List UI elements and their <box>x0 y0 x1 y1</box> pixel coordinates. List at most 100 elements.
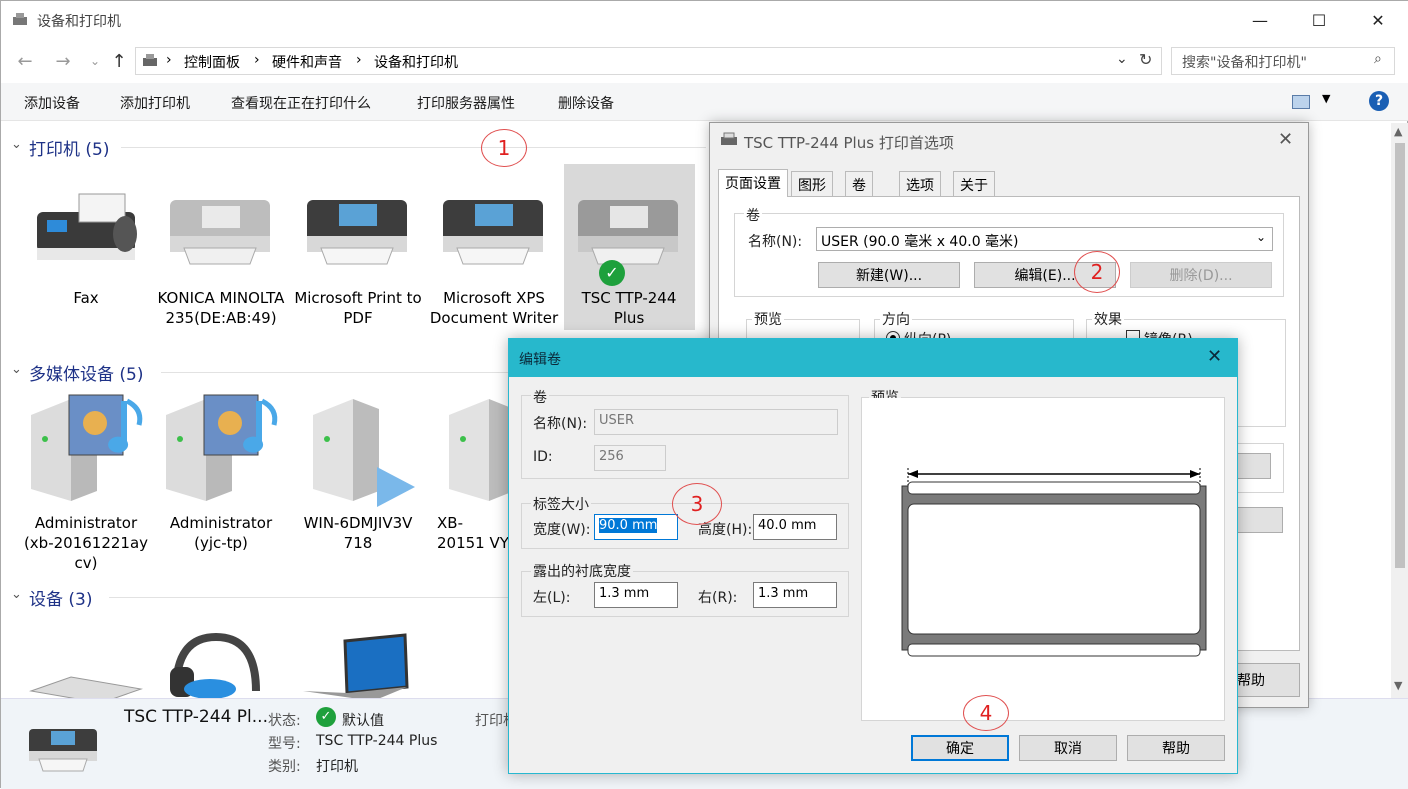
edit-id-label: ID: <box>533 449 553 465</box>
media-server-1-item[interactable] <box>21 393 151 508</box>
status-category-value: 打印机 <box>316 759 358 775</box>
refresh-icon[interactable]: ↻ <box>1139 50 1152 69</box>
prefs-help-label: 帮助 <box>1237 673 1265 689</box>
address-bar[interactable]: › 控制面板 › 硬件和声音 › 设备和打印机 ⌄ ↻ <box>135 47 1162 75</box>
label-preview-area <box>862 398 1224 720</box>
fax-label: Fax <box>73 289 99 307</box>
ms-xps-writer-item[interactable] <box>429 176 559 291</box>
scroll-down-icon[interactable]: ▼ <box>1394 679 1402 692</box>
ms-xps-writer-label: Microsoft XPS Document Writer <box>429 289 559 327</box>
side-button-1[interactable] <box>1235 453 1271 479</box>
konica-printer-item[interactable] <box>156 176 286 291</box>
up-arrow-icon[interactable]: ↑ <box>107 49 131 73</box>
breadcrumb-sep-icon: › <box>166 52 172 68</box>
label-size-group-label: 标签大小 <box>531 494 591 514</box>
maximize-button[interactable]: ☐ <box>1296 1 1342 39</box>
delete-roll-button[interactable]: 删除(D)... <box>1130 262 1272 288</box>
edit-dialog-titlebar: 编辑卷 ✕ <box>509 339 1237 377</box>
collapse-chevron-icon[interactable]: ⌄ <box>11 587 22 602</box>
group-media-header[interactable]: 多媒体设备 (5) <box>29 360 143 385</box>
ms-print-pdf-item[interactable] <box>293 176 423 291</box>
roll-name-label: 名称(N): <box>748 234 803 250</box>
breadcrumb-control-panel[interactable]: 控制面板 <box>184 52 240 72</box>
status-state-value: 默认值 <box>342 713 384 729</box>
cancel-button[interactable]: 取消 <box>1019 735 1117 761</box>
orientation-group-label: 方向 <box>880 309 912 329</box>
forward-arrow-icon[interactable]: → <box>51 49 75 73</box>
control-panel-icon <box>142 53 158 69</box>
breadcrumb-devices-printers[interactable]: 设备和打印机 <box>374 52 458 72</box>
group-devices-header[interactable]: 设备 (3) <box>29 585 92 610</box>
prefs-title: TSC TTP-244 Plus 打印首选项 <box>744 134 954 152</box>
back-arrow-icon[interactable]: ← <box>13 49 37 73</box>
select-chevron-icon: ⌄ <box>1255 230 1266 244</box>
selected-printer-icon <box>25 719 101 775</box>
edit-id-input[interactable]: 256 <box>594 445 666 471</box>
tab-roll[interactable]: 卷 <box>845 171 873 196</box>
ms-print-pdf-label: Microsoft Print to PDF <box>294 289 422 327</box>
tab-page-setup[interactable]: 页面设置 <box>718 169 788 197</box>
height-input[interactable]: 40.0 mm <box>753 514 837 540</box>
width-input[interactable]: 90.0 mm <box>594 514 678 540</box>
media-server-1-label: Administrator (xb-20161221ay cv) <box>23 514 149 572</box>
roll-name-select[interactable]: USER (90.0 毫米 x 40.0 毫米) ⌄ <box>816 227 1273 251</box>
remove-device-button[interactable]: 删除设备 <box>558 93 614 113</box>
scroll-up-icon[interactable]: ▲ <box>1394 125 1402 138</box>
left-liner-input[interactable]: 1.3 mm <box>594 582 678 608</box>
media-server-2-item[interactable] <box>156 393 286 508</box>
search-placeholder[interactable]: 搜索"设备和打印机" <box>1182 52 1307 72</box>
edit-help-button[interactable]: 帮助 <box>1127 735 1225 761</box>
media-server-3-label: WIN-6DMJIV3V 718 <box>303 514 413 552</box>
breadcrumb-hardware-sound[interactable]: 硬件和声音 <box>272 52 342 72</box>
view-options-icon[interactable] <box>1292 95 1310 109</box>
laptop-device-item[interactable] <box>293 631 423 698</box>
annotation-4: 4 <box>963 695 1009 731</box>
close-button[interactable]: ✕ <box>1355 1 1401 39</box>
breadcrumb-sep-icon: › <box>254 52 260 68</box>
search-box[interactable]: 搜索"设备和打印机" ⌕ <box>1171 47 1395 75</box>
print-server-properties-button[interactable]: 打印服务器属性 <box>417 93 515 113</box>
selected-printer-name: TSC TTP-244 Pl... <box>124 707 268 727</box>
vertical-scrollbar[interactable]: ▲ ▼ <box>1391 123 1408 698</box>
view-dropdown-icon[interactable]: ▼ <box>1322 92 1330 105</box>
recent-chevron-icon[interactable]: ⌄ <box>83 49 107 73</box>
window-title: 设备和打印机 <box>37 14 121 30</box>
tab-graphics[interactable]: 图形 <box>791 171 833 196</box>
fax-printer-item[interactable] <box>21 176 151 291</box>
edit-dialog-close-button[interactable]: ✕ <box>1207 346 1222 367</box>
ok-button[interactable]: 确定 <box>911 735 1009 761</box>
see-whats-printing-button[interactable]: 查看现在正在打印什么 <box>231 93 371 113</box>
right-liner-input[interactable]: 1.3 mm <box>753 582 837 608</box>
minimize-button[interactable]: — <box>1237 1 1283 39</box>
edit-name-input[interactable]: USER <box>594 409 838 435</box>
annotation-1: 1 <box>481 129 527 167</box>
tab-options[interactable]: 选项 <box>899 171 941 196</box>
prefs-close-button[interactable]: ✕ <box>1278 129 1293 150</box>
edit-name-label: 名称(N): <box>533 416 588 432</box>
media-server-3-item[interactable] <box>293 393 423 508</box>
group-printers-header[interactable]: 打印机 (5) <box>29 135 109 160</box>
title-bar: 设备和打印机 — ☐ ✕ <box>1 1 1408 39</box>
add-device-button[interactable]: 添加设备 <box>24 93 80 113</box>
edit-roll-dialog: 编辑卷 ✕ 卷 名称(N): USER ID: 256 标签大小 宽度(W): … <box>508 338 1238 774</box>
help-icon[interactable]: ? <box>1369 91 1389 111</box>
media-server-4-item[interactable] <box>429 393 509 508</box>
status-check-icon: ✓ <box>316 707 336 727</box>
headset-device-item[interactable] <box>156 631 286 698</box>
collapse-chevron-icon[interactable]: ⌄ <box>11 362 22 377</box>
address-dropdown-icon[interactable]: ⌄ <box>1116 51 1128 67</box>
tab-about[interactable]: 关于 <box>953 171 995 196</box>
new-roll-button[interactable]: 新建(W)... <box>818 262 960 288</box>
add-printer-button[interactable]: 添加打印机 <box>120 93 190 113</box>
keyboard-device-item[interactable] <box>21 631 151 698</box>
edit-roll-groupbox <box>521 395 849 479</box>
liner-width-group-label: 露出的衬底宽度 <box>531 561 633 581</box>
status-model-value: TSC TTP-244 Plus <box>316 733 438 749</box>
search-icon[interactable]: ⌕ <box>1374 51 1382 67</box>
prefs-help-button[interactable]: 帮助 <box>1230 663 1300 697</box>
group-divider <box>121 147 706 148</box>
scrollbar-thumb[interactable] <box>1395 143 1405 568</box>
status-model-label: 型号: <box>268 736 301 752</box>
collapse-chevron-icon[interactable]: ⌄ <box>11 137 22 152</box>
side-button-2[interactable] <box>1235 507 1283 533</box>
